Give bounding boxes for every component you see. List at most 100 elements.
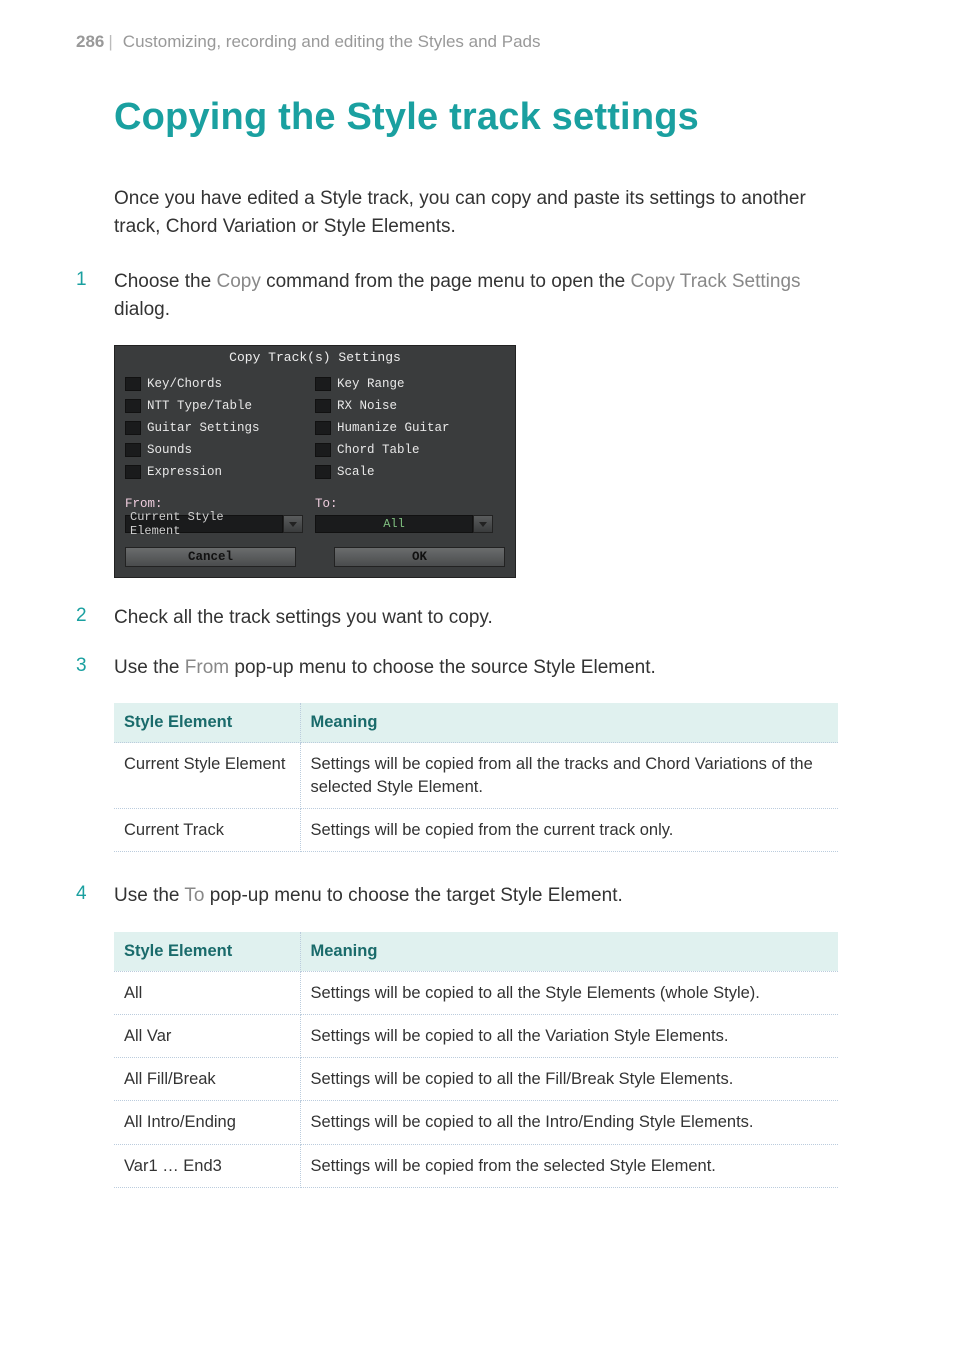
step-3: 3 Use the From pop-up menu to choose the… xyxy=(76,654,838,682)
keyword-from: From xyxy=(185,657,229,678)
checkbox-label: NTT Type/Table xyxy=(147,399,252,413)
step-text-part: pop-up menu to choose the target Style E… xyxy=(205,885,623,906)
step-text-part: command from the page menu to open the xyxy=(261,271,631,292)
checkbox-key-range[interactable]: Key Range xyxy=(315,373,505,395)
step-text-part: dialog. xyxy=(114,299,170,320)
to-column: To: All xyxy=(315,497,505,533)
from-value: Current Style Element xyxy=(125,515,283,533)
checkbox-icon xyxy=(315,399,331,413)
checkbox-icon xyxy=(315,377,331,391)
table-cell: All xyxy=(114,971,300,1014)
checkbox-icon xyxy=(125,399,141,413)
step-number: 2 xyxy=(76,604,114,632)
table-row: All VarSettings will be copied to all th… xyxy=(114,1014,838,1057)
step-text-part: Use the xyxy=(114,885,184,906)
checkbox-icon xyxy=(125,421,141,435)
step-text: Use the To pop-up menu to choose the tar… xyxy=(114,882,838,910)
step-number: 3 xyxy=(76,654,114,682)
ok-button[interactable]: OK xyxy=(334,547,505,567)
section-title: Customizing, recording and editing the S… xyxy=(123,32,541,51)
dialog-title: Copy Track(s) Settings xyxy=(115,346,515,371)
page-number: 286 xyxy=(76,32,104,51)
table-cell: Settings will be copied from the selecte… xyxy=(300,1144,838,1187)
to-label: To: xyxy=(315,497,505,511)
table-cell: Settings will be copied to all the Varia… xyxy=(300,1014,838,1057)
checkbox-icon xyxy=(125,443,141,457)
to-value: All xyxy=(315,515,473,533)
checkbox-guitar-settings[interactable]: Guitar Settings xyxy=(125,417,315,439)
checkbox-sounds[interactable]: Sounds xyxy=(125,439,315,461)
copy-track-settings-dialog: Copy Track(s) Settings Key/Chords NTT Ty… xyxy=(114,345,516,578)
table-header-row: Style Element Meaning xyxy=(114,703,838,743)
checkbox-expression[interactable]: Expression xyxy=(125,461,315,483)
table-cell: Settings will be copied from the current… xyxy=(300,808,838,851)
to-table: Style Element Meaning AllSettings will b… xyxy=(114,932,838,1188)
keyword-to: To xyxy=(184,885,204,906)
dialog-buttons: Cancel OK xyxy=(115,539,515,577)
table-header: Style Element xyxy=(114,932,300,972)
checkbox-label: Scale xyxy=(337,465,375,479)
from-dropdown[interactable]: Current Style Element xyxy=(125,515,315,533)
step-text-part: pop-up menu to choose the source Style E… xyxy=(229,657,656,678)
step-text: Use the From pop-up menu to choose the s… xyxy=(114,654,838,682)
checkbox-label: Key/Chords xyxy=(147,377,222,391)
step-text-part: Use the xyxy=(114,657,185,678)
checkbox-icon xyxy=(315,443,331,457)
checkbox-label: RX Noise xyxy=(337,399,397,413)
dialog-right-column: Key Range RX Noise Humanize Guitar Chord… xyxy=(315,373,505,483)
from-table: Style Element Meaning Current Style Elem… xyxy=(114,703,838,852)
step-1: 1 Choose the Copy command from the page … xyxy=(76,268,838,323)
table-cell: Settings will be copied to all the Fill/… xyxy=(300,1058,838,1101)
checkbox-humanize-guitar[interactable]: Humanize Guitar xyxy=(315,417,505,439)
table-row: AllSettings will be copied to all the St… xyxy=(114,971,838,1014)
checkbox-ntt-type-table[interactable]: NTT Type/Table xyxy=(125,395,315,417)
from-to-row: From: Current Style Element To: All xyxy=(115,491,515,539)
table-header: Meaning xyxy=(300,932,838,972)
checkbox-rx-noise[interactable]: RX Noise xyxy=(315,395,505,417)
checkbox-label: Guitar Settings xyxy=(147,421,260,435)
table-cell: Current Track xyxy=(114,808,300,851)
page: 286|Customizing, recording and editing t… xyxy=(0,0,954,1258)
table-header: Style Element xyxy=(114,703,300,743)
table-cell: All Intro/Ending xyxy=(114,1101,300,1144)
step-number: 1 xyxy=(76,268,114,323)
table-row: Current Track Settings will be copied fr… xyxy=(114,808,838,851)
step-4: 4 Use the To pop-up menu to choose the t… xyxy=(76,882,838,910)
table-cell: All Var xyxy=(114,1014,300,1057)
checkbox-label: Key Range xyxy=(337,377,405,391)
table-row: All Intro/EndingSettings will be copied … xyxy=(114,1101,838,1144)
cancel-button[interactable]: Cancel xyxy=(125,547,296,567)
dropdown-button[interactable] xyxy=(473,515,493,533)
checkbox-label: Humanize Guitar xyxy=(337,421,450,435)
table-row: Current Style Element Settings will be c… xyxy=(114,743,838,809)
checkbox-scale[interactable]: Scale xyxy=(315,461,505,483)
table-header-row: Style Element Meaning xyxy=(114,932,838,972)
checkbox-icon xyxy=(315,421,331,435)
running-header: 286|Customizing, recording and editing t… xyxy=(76,32,838,52)
dropdown-button[interactable] xyxy=(283,515,303,533)
table-cell: Settings will be copied to all the Intro… xyxy=(300,1101,838,1144)
chevron-down-icon xyxy=(479,522,487,527)
checkbox-icon xyxy=(315,465,331,479)
checkbox-label: Chord Table xyxy=(337,443,420,457)
checkbox-icon xyxy=(125,465,141,479)
from-label: From: xyxy=(125,497,315,511)
step-text: Choose the Copy command from the page me… xyxy=(114,268,838,323)
intro-paragraph: Once you have edited a Style track, you … xyxy=(114,185,838,240)
checkbox-chord-table[interactable]: Chord Table xyxy=(315,439,505,461)
table-row: All Fill/BreakSettings will be copied to… xyxy=(114,1058,838,1101)
to-dropdown[interactable]: All xyxy=(315,515,505,533)
checkbox-key-chords[interactable]: Key/Chords xyxy=(125,373,315,395)
keyword-copy-track-settings: Copy Track Settings xyxy=(631,271,801,292)
table-cell: Settings will be copied to all the Style… xyxy=(300,971,838,1014)
table-row: Var1 … End3Settings will be copied from … xyxy=(114,1144,838,1187)
table-cell: All Fill/Break xyxy=(114,1058,300,1101)
table-header: Meaning xyxy=(300,703,838,743)
checkbox-label: Expression xyxy=(147,465,222,479)
page-title: Copying the Style track settings xyxy=(114,96,838,139)
step-2: 2 Check all the track settings you want … xyxy=(76,604,838,632)
keyword-copy: Copy xyxy=(216,271,260,292)
step-number: 4 xyxy=(76,882,114,910)
table-cell: Settings will be copied from all the tra… xyxy=(300,743,838,809)
dialog-left-column: Key/Chords NTT Type/Table Guitar Setting… xyxy=(125,373,315,483)
